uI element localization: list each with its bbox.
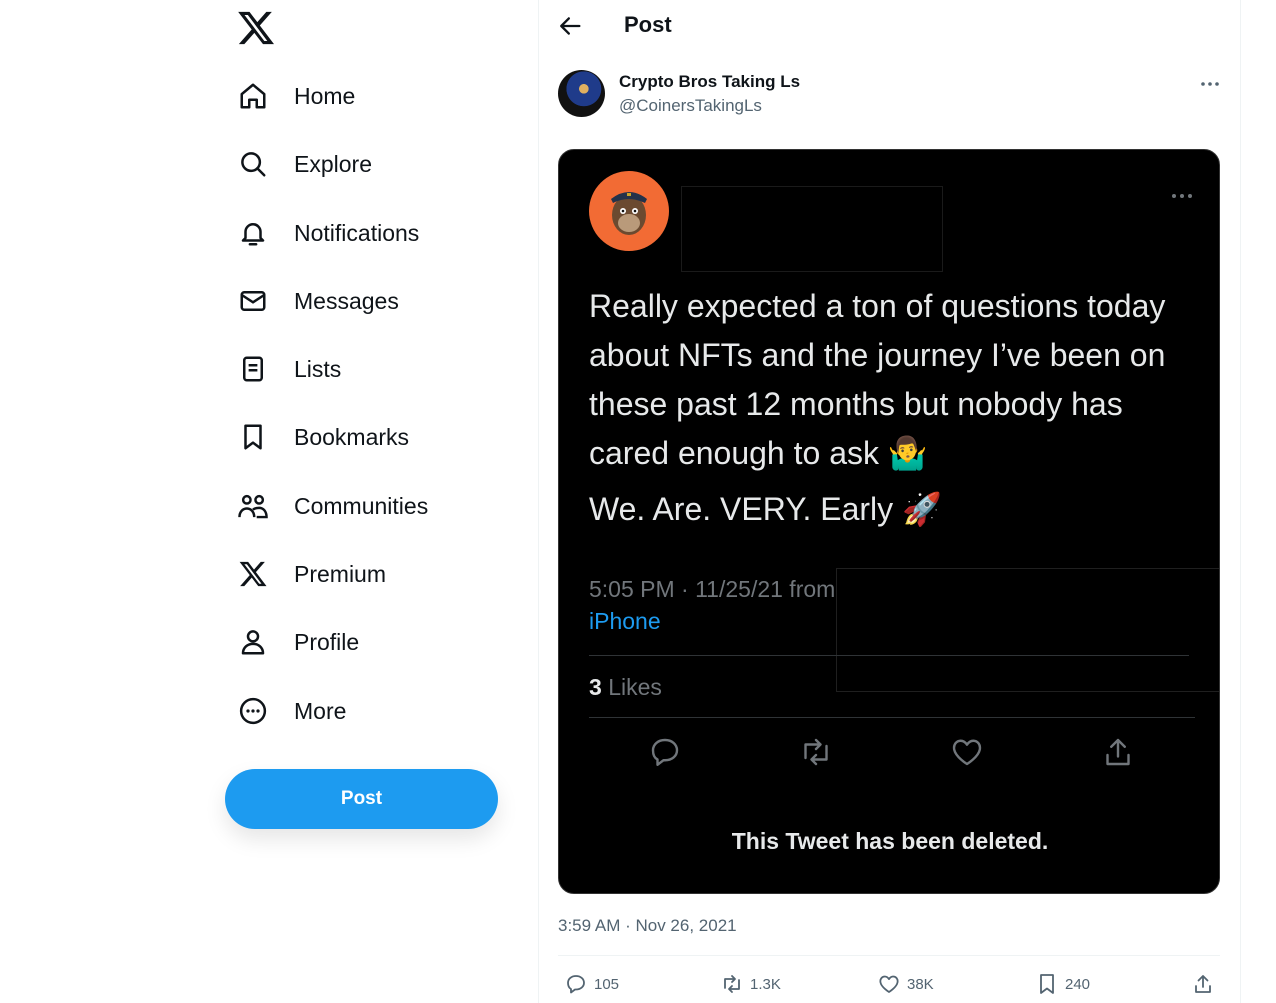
sidebar-item-notifications[interactable]: Notifications — [224, 207, 419, 259]
sidebar-item-home[interactable]: Home — [224, 70, 355, 122]
search-icon — [224, 149, 282, 179]
post-compose-button[interactable]: Post — [225, 769, 498, 829]
embedded-tweet-source: iPhone — [589, 608, 661, 634]
share-icon — [1191, 972, 1215, 996]
repost-count: 1.3K — [750, 975, 781, 993]
reply-count: 105 — [594, 975, 620, 993]
sidebar-item-messages[interactable]: Messages — [224, 275, 399, 327]
bookmark-count: 240 — [1065, 975, 1091, 993]
more-options-icon[interactable] — [1198, 72, 1222, 96]
share-icon — [1100, 734, 1136, 770]
sidebar-item-label: Premium — [294, 560, 387, 587]
likes-count: 3 — [589, 674, 602, 700]
list-icon — [224, 354, 282, 384]
sidebar-item-premium[interactable]: Premium — [224, 548, 386, 600]
sidebar-item-lists[interactable]: Lists — [224, 343, 341, 395]
redacted-area — [681, 186, 943, 272]
people-icon — [224, 491, 282, 521]
redacted-area — [836, 568, 1219, 692]
x-logo-icon[interactable] — [236, 8, 276, 48]
embedded-tweet-text: Really expected a ton of questions today… — [589, 288, 1166, 471]
heart-icon — [949, 734, 985, 770]
sidebar-item-label: Notifications — [294, 219, 420, 246]
person-icon — [224, 627, 282, 657]
author-avatar[interactable] — [558, 70, 605, 117]
back-arrow-icon[interactable] — [556, 12, 584, 40]
like-button[interactable]: 38K — [877, 970, 934, 998]
ape-avatar — [589, 171, 669, 251]
repost-button[interactable]: 1.3K — [720, 970, 781, 998]
embedded-tweet-text-line2: We. Are. VERY. Early 🚀 — [589, 491, 942, 527]
x-logo-icon — [224, 559, 282, 589]
reply-button[interactable]: 105 — [564, 970, 619, 998]
sidebar-item-label: Messages — [294, 287, 399, 314]
likes-label: Likes — [608, 674, 662, 700]
post-image[interactable]: Really expected a ton of questions today… — [558, 149, 1220, 894]
envelope-icon — [224, 286, 282, 316]
sidebar-item-label: Explore — [294, 150, 372, 177]
author-handle[interactable]: @CoinersTakingLs — [619, 96, 762, 116]
bookmark-button[interactable]: 240 — [1035, 970, 1090, 998]
column-divider — [538, 0, 539, 1003]
author-name[interactable]: Crypto Bros Taking Ls — [619, 72, 800, 92]
heart-icon — [877, 972, 901, 996]
sidebar-item-explore[interactable]: Explore — [224, 138, 372, 190]
deleted-notice: This Tweet has been deleted. — [731, 828, 1049, 854]
retweet-icon — [720, 972, 744, 996]
divider — [558, 955, 1220, 956]
embedded-likes: 3 Likes — [589, 674, 662, 701]
divider — [589, 655, 1189, 656]
bookmark-icon — [224, 422, 282, 452]
bell-icon — [224, 218, 282, 248]
share-button[interactable] — [1191, 970, 1215, 998]
column-divider — [1240, 0, 1241, 1003]
sidebar-item-label: Communities — [294, 492, 429, 519]
sidebar-item-label: Home — [294, 82, 356, 109]
page-title: Post — [624, 12, 672, 37]
embedded-tweet-meta: 5:05 PM · 11/25/21 from — [589, 576, 836, 602]
bookmark-icon — [1035, 972, 1059, 996]
post-timestamp[interactable]: 3:59 AM · Nov 26, 2021 — [558, 916, 737, 936]
reply-icon — [564, 972, 588, 996]
sidebar-item-label: Bookmarks — [294, 423, 410, 450]
retweet-icon — [798, 734, 834, 770]
sidebar-item-label: Profile — [294, 628, 360, 655]
sidebar-item-bookmarks[interactable]: Bookmarks — [224, 411, 409, 463]
sidebar-item-label: Lists — [294, 355, 342, 382]
home-icon — [224, 81, 282, 111]
sidebar-item-more[interactable]: More — [224, 685, 346, 737]
sidebar-item-communities[interactable]: Communities — [224, 480, 428, 532]
more-options-icon — [1169, 186, 1195, 206]
divider — [589, 717, 1195, 718]
reply-icon — [647, 734, 683, 770]
more-circle-icon — [224, 696, 282, 726]
like-count: 38K — [907, 975, 934, 993]
sidebar-item-label: More — [294, 697, 347, 724]
sidebar-item-profile[interactable]: Profile — [224, 616, 359, 668]
